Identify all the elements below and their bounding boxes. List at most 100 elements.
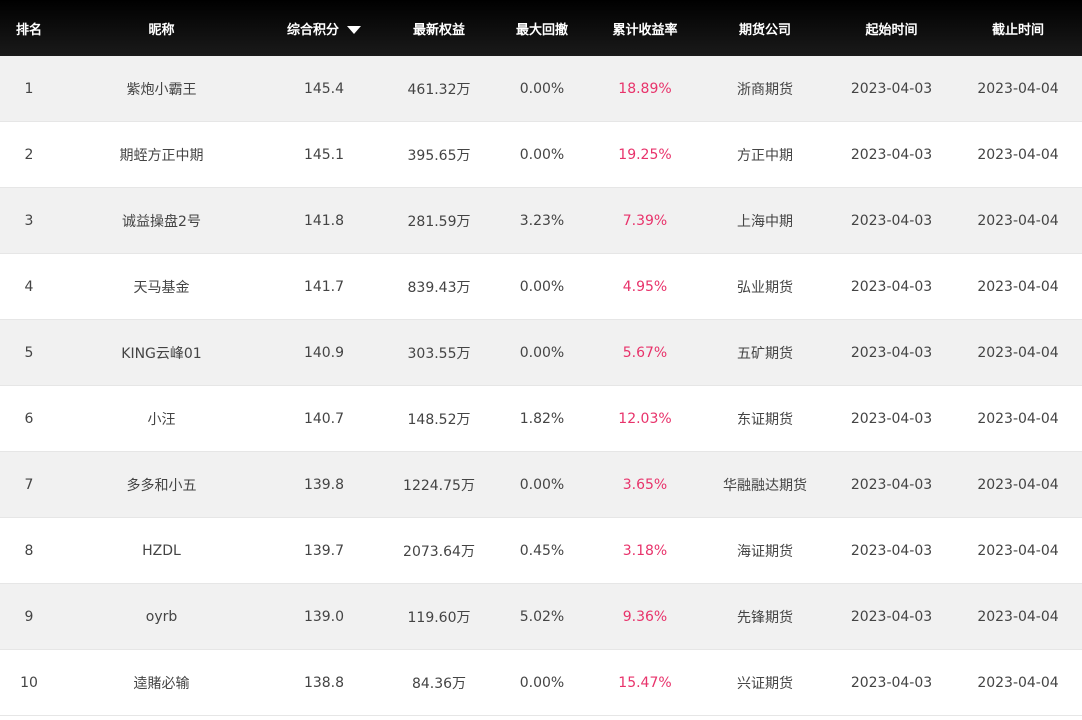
return-cell: 9.36% [622, 608, 668, 625]
table-row[interactable]: 1 紫炮小霸王 145.4 461.32万 0.00% 18.89% 浙商期货 2023-04… [0, 56, 1082, 122]
name-cell[interactable]: 期蛭方正中期 [58, 145, 265, 165]
return-cell: 7.39% [622, 212, 668, 229]
end-time-cell: 2023-04-04 [977, 344, 1059, 361]
score-cell: 140.9 [303, 344, 345, 361]
table-row[interactable]: 5 KING云峰01 140.9 303.55万 0.00% 5.67% 五矿期货 2023-… [0, 320, 1082, 386]
company-cell: 海证期货 [737, 543, 793, 560]
header-start-time[interactable]: 起始时间 [829, 19, 954, 38]
table-row[interactable]: 6 小汪 140.7 148.52万 1.82% 12.03% 东证期货 2023-04-03… [0, 386, 1082, 452]
name-cell[interactable]: 逵賭必输 [58, 673, 265, 693]
table-row[interactable]: 3 诚益操盘2号 141.8 281.59万 3.23% 7.39% 上海中期 2023-04… [0, 188, 1082, 254]
name-cell[interactable]: KING云峰01 [58, 343, 265, 363]
score-cell: 139.8 [303, 476, 345, 493]
start-time-cell: 2023-04-03 [850, 146, 933, 163]
equity-cell: 119.60万 [407, 609, 471, 626]
rank-cell: 6 [24, 410, 34, 427]
header-score-sort[interactable]: 综合积分 [265, 19, 383, 38]
company-cell: 华融融达期货 [723, 477, 807, 494]
end-time-cell: 2023-04-04 [977, 674, 1059, 691]
return-cell: 4.95% [622, 278, 668, 295]
score-cell: 138.8 [303, 674, 345, 691]
return-cell: 19.25% [618, 146, 672, 163]
drawdown-cell: 0.00% [519, 80, 565, 97]
name-cell[interactable]: 多多和小五 [58, 475, 265, 495]
start-time-cell: 2023-04-03 [850, 476, 933, 493]
header-score-label: 综合积分 [286, 22, 339, 38]
drawdown-cell: 5.02% [519, 608, 565, 625]
return-cell: 12.03% [618, 410, 672, 427]
equity-cell: 395.65万 [407, 147, 471, 164]
rank-cell: 5 [24, 344, 34, 361]
equity-cell: 839.43万 [407, 279, 471, 296]
drawdown-cell: 3.23% [519, 212, 565, 229]
equity-cell: 1224.75万 [403, 477, 475, 494]
rank-cell: 9 [24, 608, 34, 625]
table-row[interactable]: 4 天马基金 141.7 839.43万 0.00% 4.95% 弘业期货 2023-04-0… [0, 254, 1082, 320]
company-cell: 五矿期货 [737, 345, 793, 362]
table-row[interactable]: 9 oyrb 139.0 119.60万 5.02% 9.36% 先锋期货 2023-04-0… [0, 584, 1082, 650]
start-time-cell: 2023-04-03 [850, 344, 933, 361]
name-cell[interactable]: 紫炮小霸王 [58, 79, 265, 99]
end-time-cell: 2023-04-04 [977, 80, 1059, 97]
return-cell: 5.67% [622, 344, 668, 361]
header-return[interactable]: 累计收益率 [589, 19, 701, 38]
end-time-cell: 2023-04-04 [977, 410, 1059, 427]
drawdown-cell: 0.00% [519, 278, 565, 295]
equity-cell: 148.52万 [407, 411, 471, 428]
rank-cell: 4 [24, 278, 34, 295]
end-time-cell: 2023-04-04 [977, 212, 1059, 229]
company-cell: 先锋期货 [737, 609, 793, 626]
equity-cell: 84.36万 [411, 675, 467, 692]
header-end-time[interactable]: 截止时间 [954, 19, 1082, 38]
score-cell: 145.1 [303, 146, 345, 163]
ranking-table: 排名 昵称 综合积分 最新权益 最大回撤 累计收益率 期货公司 起始时间 截止时… [0, 0, 1082, 716]
drawdown-cell: 0.00% [519, 476, 565, 493]
end-time-cell: 2023-04-04 [977, 476, 1059, 493]
name-cell[interactable]: oyrb [58, 609, 265, 625]
table-body: 1 紫炮小霸王 145.4 461.32万 0.00% 18.89% 浙商期货 2023-04… [0, 56, 1082, 716]
table-row[interactable]: 2 期蛭方正中期 145.1 395.65万 0.00% 19.25% 方正中期 2023-0… [0, 122, 1082, 188]
company-cell: 方正中期 [737, 147, 793, 164]
return-cell: 3.18% [622, 542, 668, 559]
table-row[interactable]: 8 HZDL 139.7 2073.64万 0.45% 3.18% 海证期货 2023-04-… [0, 518, 1082, 584]
name-cell[interactable]: 诚益操盘2号 [58, 211, 265, 231]
score-cell: 140.7 [303, 410, 345, 427]
header-company[interactable]: 期货公司 [701, 19, 829, 38]
return-cell: 3.65% [622, 476, 668, 493]
header-drawdown[interactable]: 最大回撤 [495, 19, 589, 38]
end-time-cell: 2023-04-04 [977, 542, 1059, 559]
start-time-cell: 2023-04-03 [850, 278, 933, 295]
score-cell: 139.0 [303, 608, 345, 625]
start-time-cell: 2023-04-03 [850, 212, 933, 229]
header-name[interactable]: 昵称 [58, 19, 265, 38]
name-cell[interactable]: 小汪 [58, 409, 265, 429]
score-cell: 141.7 [303, 278, 345, 295]
company-cell: 上海中期 [737, 213, 793, 230]
equity-cell: 461.32万 [407, 81, 471, 98]
rank-cell: 10 [20, 674, 38, 691]
drawdown-cell: 0.00% [519, 146, 565, 163]
score-cell: 145.4 [303, 80, 345, 97]
drawdown-cell: 0.45% [519, 542, 565, 559]
header-rank[interactable]: 排名 [0, 19, 58, 38]
drawdown-cell: 0.00% [519, 344, 565, 361]
return-cell: 15.47% [618, 674, 672, 691]
end-time-cell: 2023-04-04 [977, 146, 1059, 163]
table-row[interactable]: 10 逵賭必输 138.8 84.36万 0.00% 15.47% 兴证期货 2023-04-… [0, 650, 1082, 716]
table-row[interactable]: 7 多多和小五 139.8 1224.75万 0.00% 3.65% 华融融达期货 2023-… [0, 452, 1082, 518]
score-cell: 139.7 [303, 542, 345, 559]
return-cell: 18.89% [618, 80, 672, 97]
name-cell[interactable]: HZDL [58, 543, 265, 559]
header-equity[interactable]: 最新权益 [383, 19, 495, 38]
start-time-cell: 2023-04-03 [850, 542, 933, 559]
start-time-cell: 2023-04-03 [850, 410, 933, 427]
sort-desc-icon[interactable] [347, 26, 361, 34]
name-cell[interactable]: 天马基金 [58, 277, 265, 297]
company-cell: 兴证期货 [737, 675, 793, 692]
start-time-cell: 2023-04-03 [850, 80, 933, 97]
start-time-cell: 2023-04-03 [850, 674, 933, 691]
start-time-cell: 2023-04-03 [850, 608, 933, 625]
table-header: 排名 昵称 综合积分 最新权益 最大回撤 累计收益率 期货公司 起始时间 截止时… [0, 0, 1082, 56]
score-cell: 141.8 [303, 212, 345, 229]
company-cell: 浙商期货 [737, 81, 793, 98]
